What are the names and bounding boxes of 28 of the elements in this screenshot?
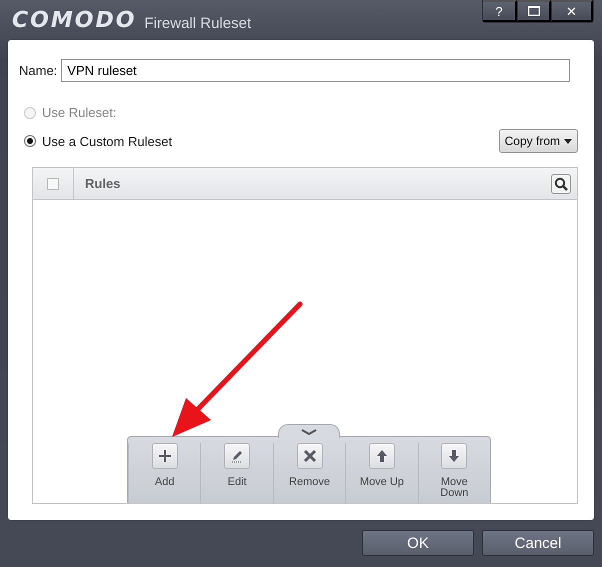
toolbar-button[interactable]: Add <box>128 443 200 503</box>
toolbar-button[interactable]: Move Up <box>345 443 418 503</box>
search-icon <box>554 176 568 190</box>
up-arrow-icon <box>374 449 389 463</box>
toolbar-button[interactable]: Remove <box>272 443 346 503</box>
logo: COMODO <box>12 8 136 33</box>
window-title: Firewall Ruleset <box>144 15 252 32</box>
chevron-icon <box>301 428 317 434</box>
plus-icon <box>158 449 172 463</box>
name-field[interactable]: VPN ruleset <box>61 59 570 82</box>
caret-icon <box>564 138 572 144</box>
down-arrow-icon <box>447 449 462 463</box>
help-button[interactable]: ? <box>483 0 517 22</box>
radio-option[interactable]: Use a Custom Ruleset <box>24 134 172 148</box>
select-all-checkbox[interactable] <box>47 178 59 190</box>
search-button[interactable] <box>551 174 571 194</box>
toolbar-button[interactable]: Edit <box>200 443 273 503</box>
pencil-icon <box>230 449 244 463</box>
maximize-button[interactable] <box>517 0 551 22</box>
dialog-button[interactable]: OK <box>362 530 474 556</box>
name-label: Name: <box>19 63 58 78</box>
copy-from-button[interactable]: Copy from <box>498 129 578 153</box>
collapse-button[interactable] <box>278 424 340 438</box>
maximize-icon <box>528 6 540 16</box>
cross-icon <box>302 449 317 463</box>
toolbar-button[interactable]: Move Down <box>418 443 490 503</box>
dialog-button[interactable]: Cancel <box>482 530 594 556</box>
close-button[interactable]: ✕ <box>551 0 593 22</box>
